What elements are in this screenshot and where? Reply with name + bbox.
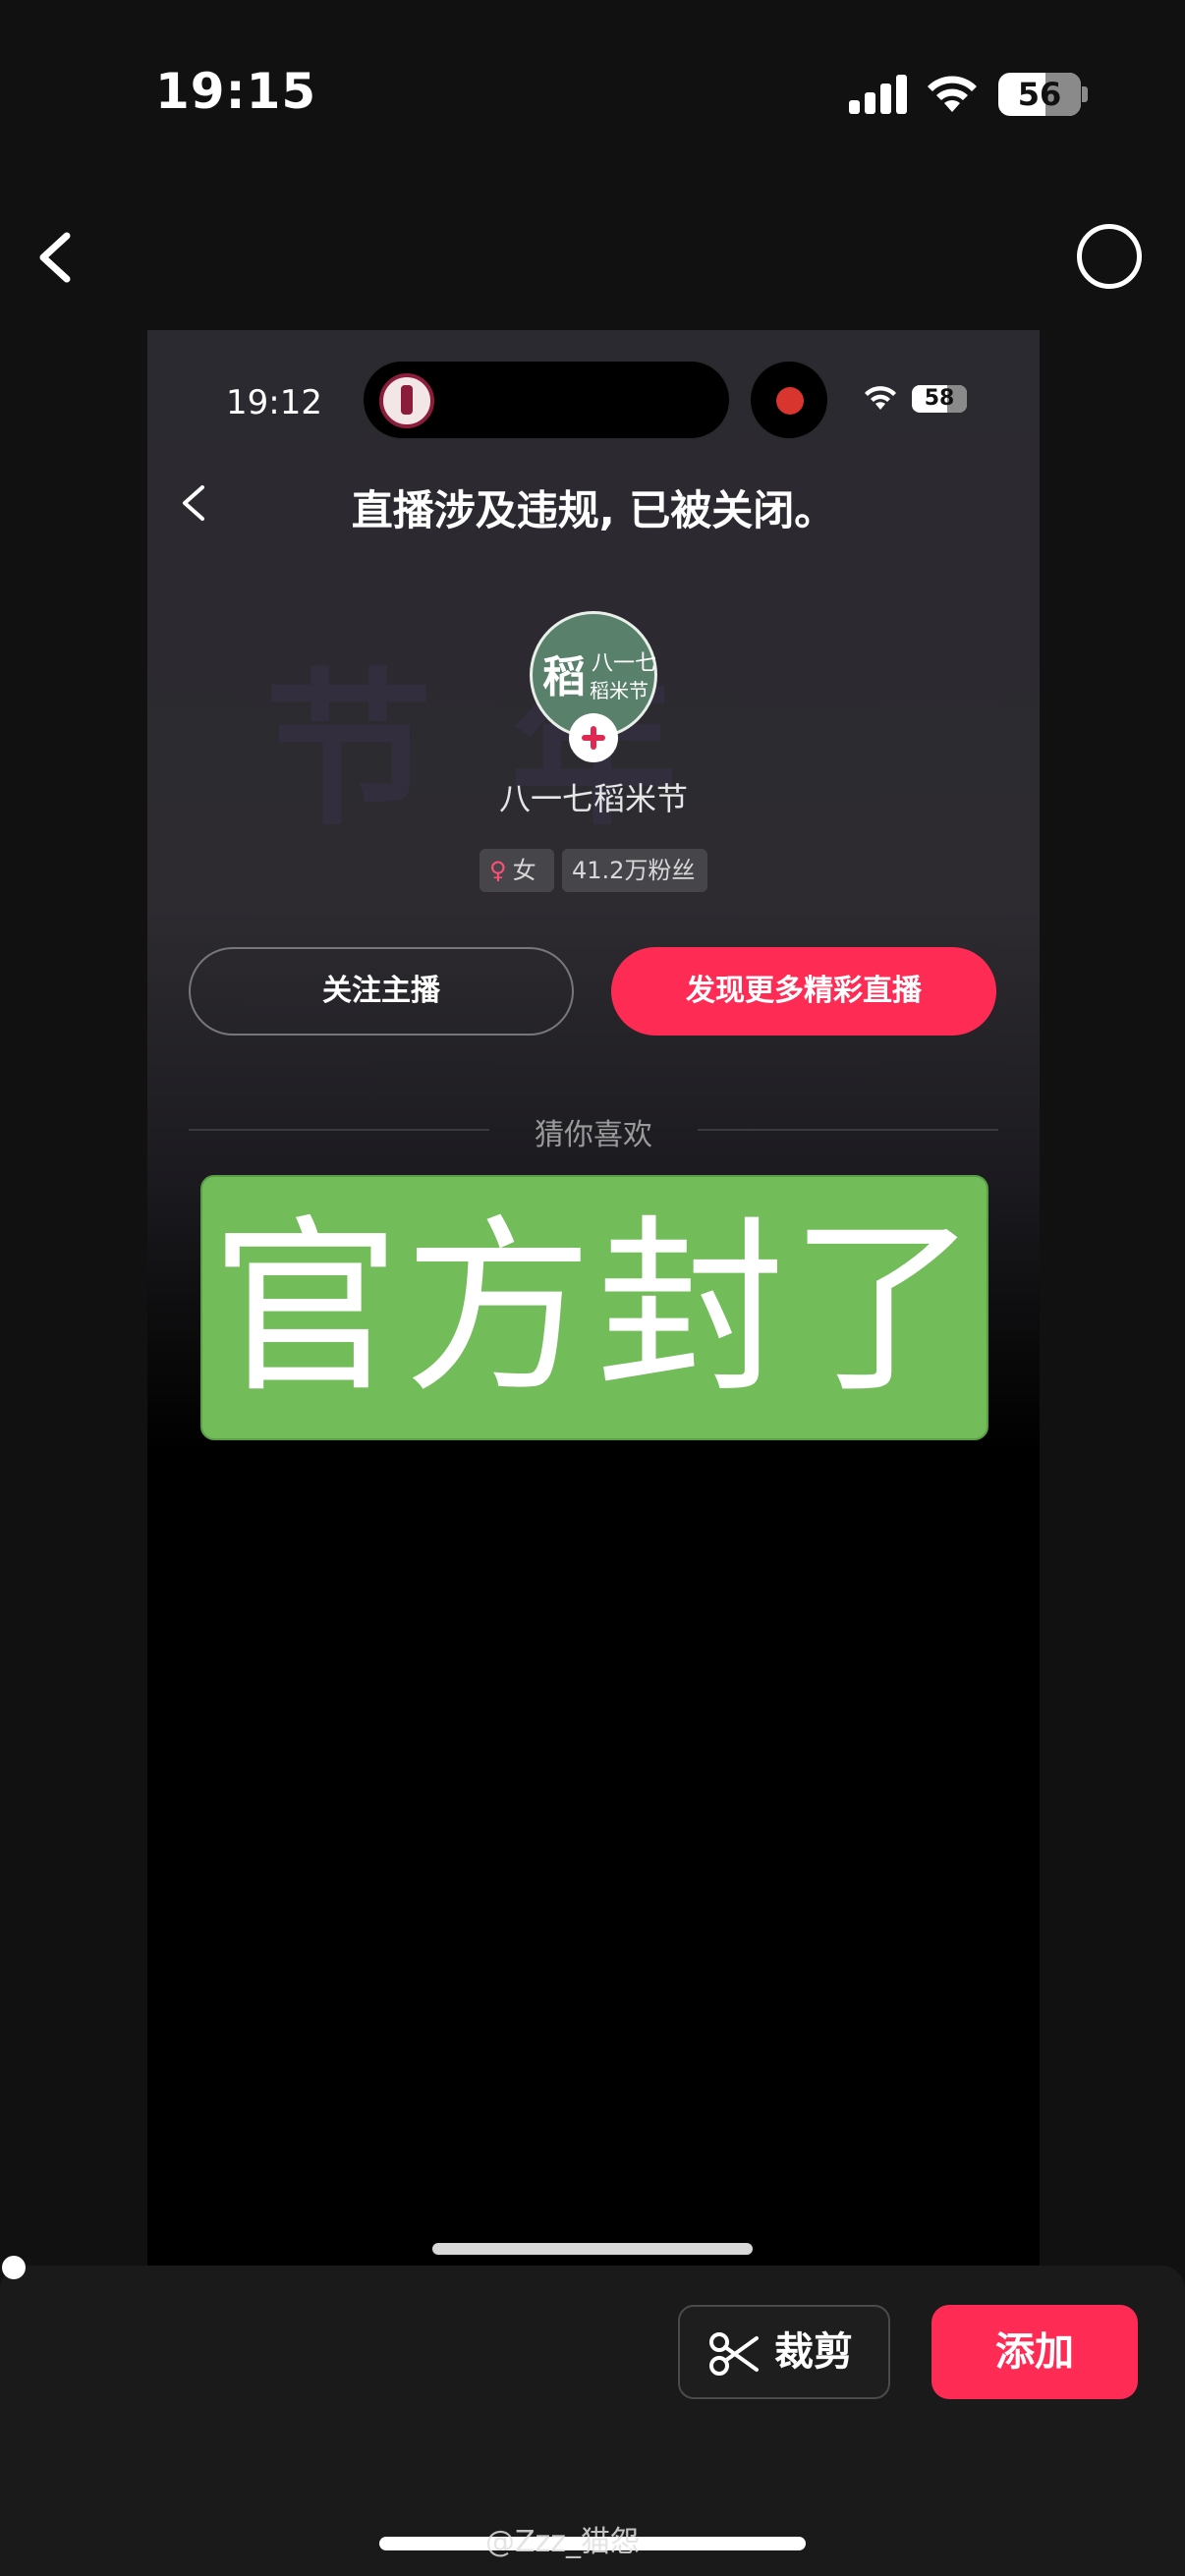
- embedded-screenshot: 节 年 19:12 58 直播涉及违规, 已被关闭。 稻 八一七 稻米节 八一七…: [147, 330, 1040, 2266]
- divider-right: [698, 1129, 998, 1131]
- inner-home-indicator: [432, 2243, 753, 2255]
- follow-streamer-button: 关注主播: [189, 947, 574, 1036]
- inner-wifi-icon: [865, 386, 896, 410]
- female-icon: ♀: [489, 857, 507, 884]
- back-button[interactable]: [29, 216, 88, 295]
- scissors-icon: [709, 2332, 759, 2376]
- avatar-logo-char: 稻: [542, 652, 586, 702]
- recording-indicator-icon: [749, 360, 829, 440]
- text-sticker: 官方封了: [200, 1175, 988, 1440]
- signal-icon: [849, 75, 908, 114]
- follow-plus-icon: [569, 713, 618, 762]
- status-time: 19:15: [155, 63, 317, 120]
- crop-button[interactable]: 裁剪: [678, 2305, 890, 2399]
- avatar-name-line2: 稻米节: [590, 679, 649, 702]
- app-logo-icon: [379, 373, 434, 428]
- inner-battery-percent: 58: [924, 386, 955, 411]
- battery-icon: 56: [998, 73, 1081, 116]
- discover-live-button: 发现更多精彩直播: [611, 947, 996, 1036]
- battery-percent: 56: [1017, 76, 1062, 113]
- fans-badge: 41.2万粉丝: [562, 849, 707, 892]
- sticker-text: 官方封了: [211, 1200, 982, 1419]
- gender-badge: ♀ 女: [480, 849, 554, 892]
- avatar-name-line1: 八一七: [592, 651, 657, 676]
- inner-battery-icon: 58: [912, 385, 967, 413]
- battery-nub: [1082, 86, 1088, 102]
- watermark: @Zzz_猫怨: [485, 2525, 641, 2559]
- add-button[interactable]: 添加: [931, 2305, 1138, 2399]
- status-bar: 19:15 56: [0, 0, 1185, 187]
- gender-label: 女: [512, 857, 536, 884]
- crop-label: 裁剪: [774, 2329, 853, 2375]
- progress-handle[interactable]: [2, 2256, 26, 2279]
- closed-notice-title: 直播涉及违规, 已被关闭。: [351, 486, 836, 534]
- guess-you-like-label: 猜你喜欢: [535, 1118, 652, 1152]
- username: 八一七稻米节: [498, 780, 688, 817]
- wifi-icon: [928, 76, 977, 112]
- dynamic-island: [362, 360, 731, 440]
- select-circle-button[interactable]: [1077, 224, 1142, 289]
- inner-status-time: 19:12: [226, 383, 322, 422]
